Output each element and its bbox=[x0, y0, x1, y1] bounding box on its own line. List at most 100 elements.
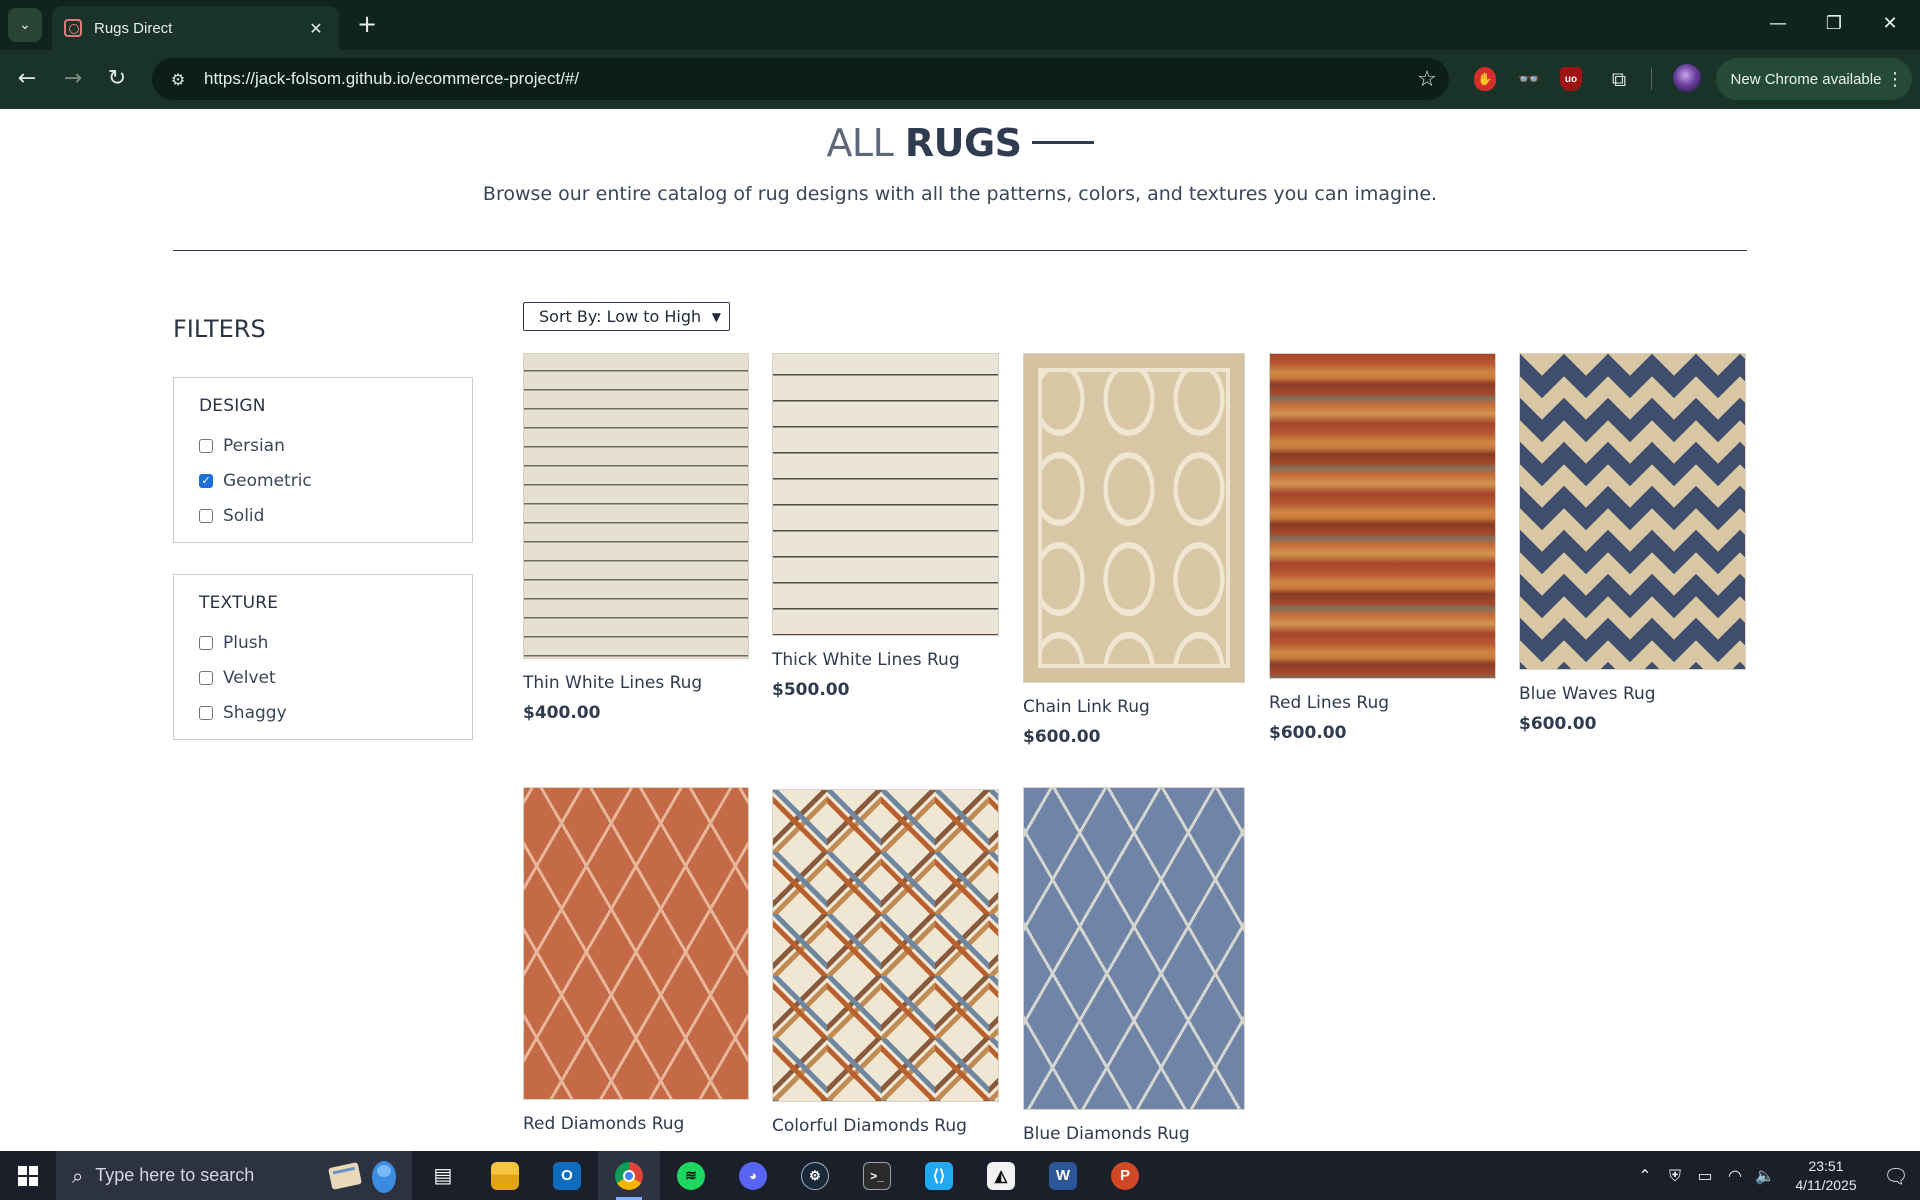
tab-strip: ⌄ Rugs Direct ✕ + — ❐ ✕ bbox=[0, 0, 1920, 50]
product-price: $500.00 bbox=[772, 680, 850, 700]
update-label: New Chrome available bbox=[1730, 70, 1882, 88]
task-view-icon[interactable]: ▤ bbox=[412, 1151, 474, 1200]
product-image[interactable] bbox=[1269, 353, 1496, 679]
word-icon[interactable]: W bbox=[1032, 1151, 1094, 1200]
close-tab-icon[interactable]: ✕ bbox=[305, 19, 327, 38]
site-info-icon[interactable]: ⚙ bbox=[158, 59, 198, 99]
title-dash bbox=[1031, 141, 1094, 144]
solid-checkbox[interactable] bbox=[199, 508, 213, 523]
inkscape-icon[interactable]: ◭ bbox=[970, 1151, 1032, 1200]
filter-shaggy[interactable]: Shaggy bbox=[199, 695, 448, 730]
product-card[interactable]: Colorful Diamonds Rug bbox=[772, 789, 999, 1136]
shaggy-checkbox[interactable] bbox=[199, 705, 213, 720]
velvet-checkbox[interactable] bbox=[199, 670, 213, 685]
product-name[interactable]: Red Diamonds Rug bbox=[523, 1114, 749, 1134]
spotify-icon[interactable]: ≋ bbox=[660, 1151, 722, 1200]
chevron-up-icon[interactable]: ⌃ bbox=[1630, 1166, 1660, 1185]
page-subtitle: Browse our entire catalog of rug designs… bbox=[482, 183, 1438, 205]
chevron-down-icon: ▼ bbox=[711, 309, 721, 324]
product-card[interactable]: Red Lines Rug $600.00 bbox=[1269, 353, 1496, 743]
extensions-puzzle-icon[interactable]: ⧉ bbox=[1604, 64, 1634, 94]
product-card[interactable]: Blue Waves Rug $600.00 bbox=[1519, 353, 1746, 734]
product-price: $600.00 bbox=[1269, 723, 1347, 743]
search-icon: ⌕ bbox=[72, 1163, 84, 1188]
spy-glasses-extension-icon[interactable]: 👓 bbox=[1514, 64, 1544, 94]
filter-solid[interactable]: Solid bbox=[199, 498, 448, 533]
filter-label: Velvet bbox=[223, 667, 276, 688]
discord-icon[interactable]: ◕ bbox=[722, 1151, 784, 1200]
update-chrome-button[interactable]: New Chrome available ⋮ bbox=[1716, 58, 1912, 100]
vscode-icon[interactable]: ⟨⟩ bbox=[908, 1151, 970, 1200]
product-name[interactable]: Colorful Diamonds Rug bbox=[772, 1116, 999, 1136]
product-name[interactable]: Blue Diamonds Rug bbox=[1023, 1124, 1245, 1144]
terminal-icon[interactable]: >_ bbox=[846, 1151, 908, 1200]
close-window-button[interactable]: ✕ bbox=[1870, 8, 1910, 40]
clock-date: 4/11/2025 bbox=[1795, 1176, 1857, 1193]
file-explorer-icon[interactable] bbox=[474, 1151, 536, 1200]
product-name[interactable]: Red Lines Rug bbox=[1269, 693, 1496, 713]
outlook-icon[interactable]: O bbox=[536, 1151, 598, 1200]
windows-start-icon[interactable] bbox=[0, 1151, 56, 1200]
back-button[interactable]: ← bbox=[10, 62, 44, 96]
forward-button[interactable]: → bbox=[56, 62, 90, 96]
product-card[interactable]: Chain Link Rug $600.00 bbox=[1023, 353, 1245, 747]
chevron-down-icon: ⌄ bbox=[19, 17, 31, 33]
security-icon[interactable]: ⛨ bbox=[1660, 1166, 1690, 1186]
volume-icon[interactable]: 🔈 bbox=[1750, 1166, 1780, 1185]
header-divider bbox=[173, 250, 1747, 251]
battery-icon[interactable]: ▭ bbox=[1690, 1166, 1720, 1185]
wifi-icon[interactable]: ◠ bbox=[1720, 1166, 1750, 1185]
url-text[interactable]: https://jack-folsom.github.io/ecommerce-… bbox=[204, 69, 1405, 89]
address-bar[interactable]: ⚙ https://jack-folsom.github.io/ecommerc… bbox=[152, 58, 1449, 100]
notifications-icon[interactable]: 🗨 bbox=[1872, 1164, 1920, 1188]
plush-checkbox[interactable] bbox=[199, 635, 213, 650]
product-price: $400.00 bbox=[523, 703, 601, 723]
product-image[interactable] bbox=[523, 353, 749, 659]
filter-velvet[interactable]: Velvet bbox=[199, 660, 448, 695]
product-name[interactable]: Chain Link Rug bbox=[1023, 697, 1245, 717]
bookmark-star-icon[interactable]: ☆ bbox=[1405, 67, 1449, 92]
search-highlight-art-icon bbox=[328, 1161, 396, 1193]
sort-select[interactable]: Sort By: Low to High ▼ bbox=[523, 302, 730, 331]
ublock-extension-icon[interactable]: uo bbox=[1560, 67, 1582, 91]
kebab-menu-icon[interactable]: ⋮ bbox=[1886, 69, 1904, 90]
restore-button[interactable]: ❐ bbox=[1814, 8, 1854, 40]
design-filter-heading: DESIGN bbox=[199, 396, 266, 416]
texture-filter-heading: TEXTURE bbox=[199, 593, 279, 613]
steam-icon[interactable]: ⚙ bbox=[784, 1151, 846, 1200]
filter-plush[interactable]: Plush bbox=[199, 625, 448, 660]
filter-label: Persian bbox=[223, 435, 285, 456]
filter-persian[interactable]: Persian bbox=[199, 428, 448, 463]
product-card[interactable]: Thin White Lines Rug $400.00 bbox=[523, 353, 749, 723]
persian-checkbox[interactable] bbox=[199, 438, 213, 453]
toolbar-divider bbox=[1651, 68, 1652, 90]
powerpoint-icon[interactable]: P bbox=[1094, 1151, 1156, 1200]
profile-avatar[interactable] bbox=[1673, 64, 1701, 92]
product-image[interactable] bbox=[772, 789, 999, 1102]
product-image[interactable] bbox=[1519, 353, 1746, 670]
geometric-checkbox[interactable]: ✓ bbox=[199, 473, 213, 488]
adblock-extension-icon[interactable]: ✋ bbox=[1474, 67, 1496, 91]
product-image[interactable] bbox=[1023, 787, 1245, 1110]
tab-search-button[interactable]: ⌄ bbox=[8, 8, 42, 42]
taskbar-search-box[interactable]: ⌕ Type here to search bbox=[56, 1151, 412, 1200]
product-image[interactable] bbox=[1023, 353, 1245, 683]
minimize-button[interactable]: — bbox=[1758, 8, 1798, 40]
product-name[interactable]: Thick White Lines Rug bbox=[772, 650, 999, 670]
browser-tab[interactable]: Rugs Direct ✕ bbox=[52, 6, 339, 50]
product-image[interactable] bbox=[772, 353, 999, 636]
product-card[interactable]: Thick White Lines Rug $500.00 bbox=[772, 353, 999, 700]
page-title-bold: RUGS bbox=[904, 121, 1022, 165]
product-name[interactable]: Thin White Lines Rug bbox=[523, 673, 749, 693]
filter-label: Shaggy bbox=[223, 702, 287, 723]
new-tab-button[interactable]: + bbox=[352, 10, 382, 40]
reload-button[interactable]: ↻ bbox=[100, 62, 134, 96]
taskbar-clock[interactable]: 23:51 4/11/2025 bbox=[1780, 1157, 1872, 1195]
product-price: $600.00 bbox=[1023, 727, 1101, 747]
chrome-icon[interactable] bbox=[598, 1151, 660, 1200]
product-card[interactable]: Blue Diamonds Rug bbox=[1023, 787, 1245, 1144]
product-image[interactable] bbox=[523, 787, 749, 1100]
product-name[interactable]: Blue Waves Rug bbox=[1519, 684, 1746, 704]
filter-geometric[interactable]: ✓ Geometric bbox=[199, 463, 448, 498]
product-card[interactable]: Red Diamonds Rug bbox=[523, 787, 749, 1134]
